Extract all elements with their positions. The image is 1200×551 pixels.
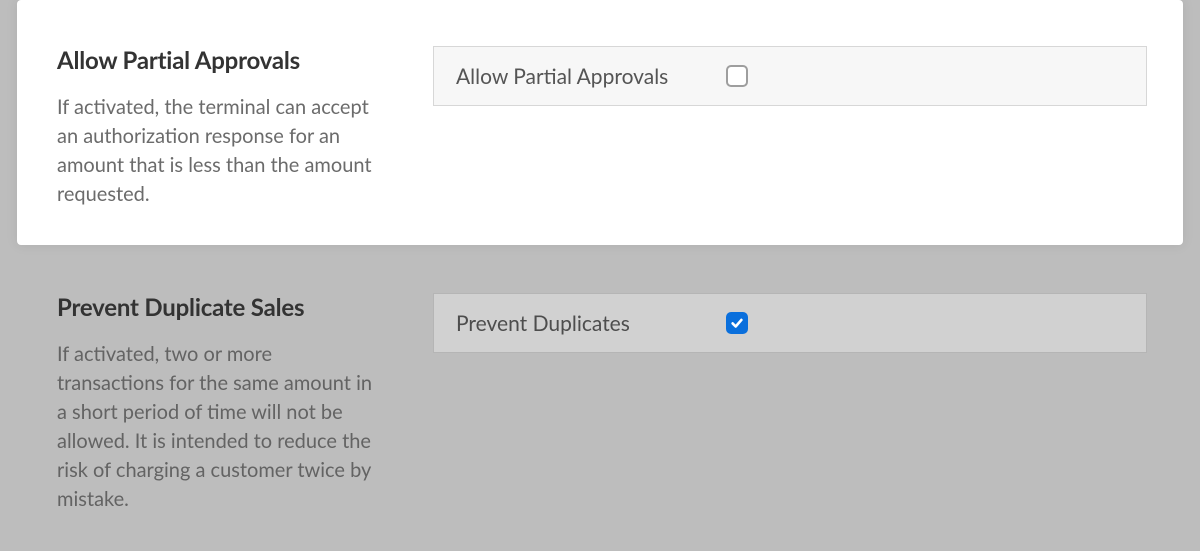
- setting-description: If activated, the terminal can accept an…: [57, 93, 377, 209]
- check-icon: [730, 316, 744, 330]
- setting-row: Prevent Duplicate Sales If activated, tw…: [57, 293, 1147, 514]
- setting-title: Prevent Duplicate Sales: [57, 293, 377, 322]
- control-box: Allow Partial Approvals: [433, 46, 1147, 106]
- setting-allow-partial-approvals: Allow Partial Approvals If activated, th…: [17, 0, 1183, 245]
- control-box: Prevent Duplicates: [433, 293, 1147, 353]
- setting-title: Allow Partial Approvals: [57, 46, 377, 75]
- control-column: Prevent Duplicates: [433, 293, 1147, 353]
- setting-description: If activated, two or more transactions f…: [57, 340, 377, 514]
- description-column: Allow Partial Approvals If activated, th…: [57, 46, 377, 209]
- setting-prevent-duplicate-sales: Prevent Duplicate Sales If activated, tw…: [17, 275, 1183, 514]
- description-column: Prevent Duplicate Sales If activated, tw…: [57, 293, 377, 514]
- prevent-duplicates-checkbox[interactable]: [726, 312, 748, 334]
- control-label: Allow Partial Approvals: [456, 64, 726, 89]
- control-column: Allow Partial Approvals: [433, 46, 1147, 106]
- setting-row: Allow Partial Approvals If activated, th…: [57, 46, 1147, 209]
- allow-partial-approvals-checkbox[interactable]: [726, 65, 748, 87]
- control-label: Prevent Duplicates: [456, 311, 726, 336]
